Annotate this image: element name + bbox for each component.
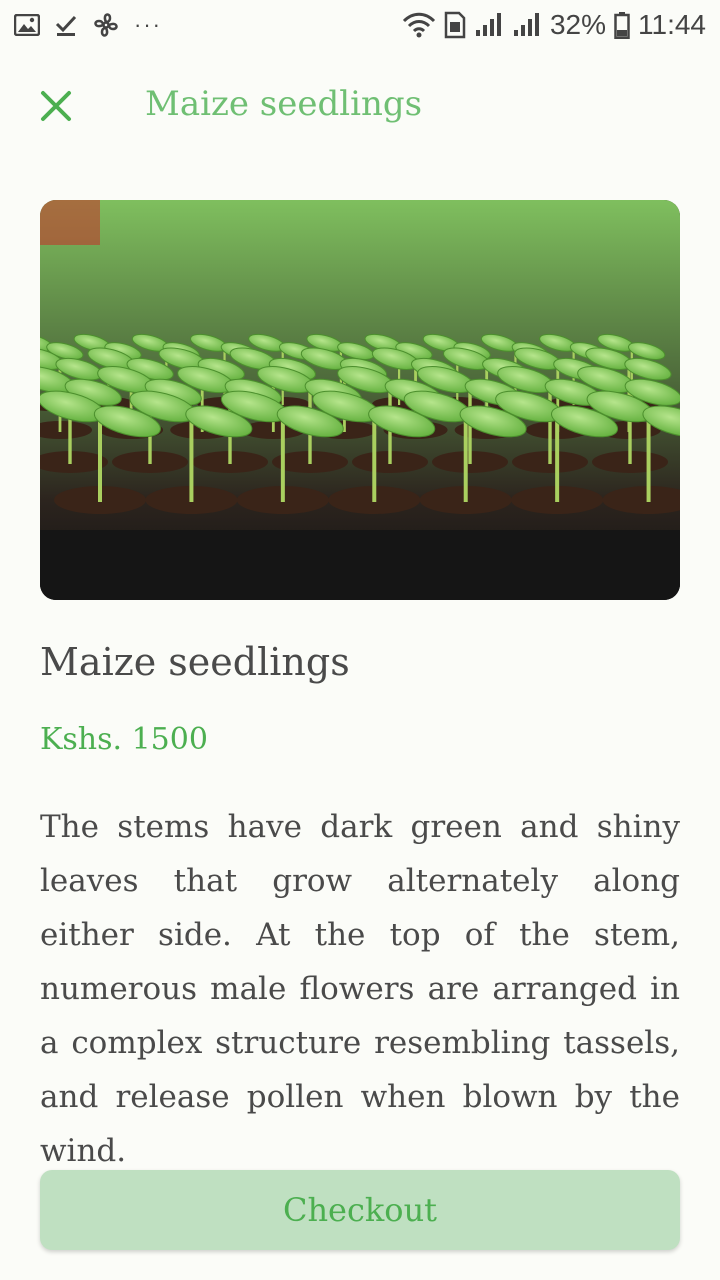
close-icon[interactable]: [38, 88, 74, 124]
product-description: The stems have dark green and shiny leav…: [40, 809, 680, 1169]
fan-icon: [94, 13, 118, 37]
signal-icon: [513, 13, 539, 36]
checkout-button[interactable]: Checkout: [40, 1170, 680, 1250]
status-bar: ··· 32% 11:44: [0, 0, 720, 50]
product-name: Maize seedlings: [40, 640, 350, 684]
download-done-icon: [55, 15, 77, 36]
gallery-icon: [14, 14, 40, 36]
wifi-icon: [402, 12, 436, 38]
status-bar-left: ···: [14, 11, 162, 39]
seedlings-photo: [40, 200, 680, 600]
clock: 11:44: [638, 9, 706, 40]
battery-icon: [614, 12, 630, 39]
product-image: [40, 200, 680, 600]
more-notifications: ···: [134, 12, 162, 37]
signal-icon: [475, 13, 501, 36]
sim-icon: [444, 11, 466, 39]
status-bar-right: 32% 11:44: [402, 9, 706, 41]
product-price: Kshs. 1500: [40, 722, 208, 757]
page-title: Maize seedlings: [145, 84, 423, 124]
battery-percentage: 32%: [549, 9, 606, 40]
top-app-bar: Maize seedlings: [0, 60, 720, 150]
